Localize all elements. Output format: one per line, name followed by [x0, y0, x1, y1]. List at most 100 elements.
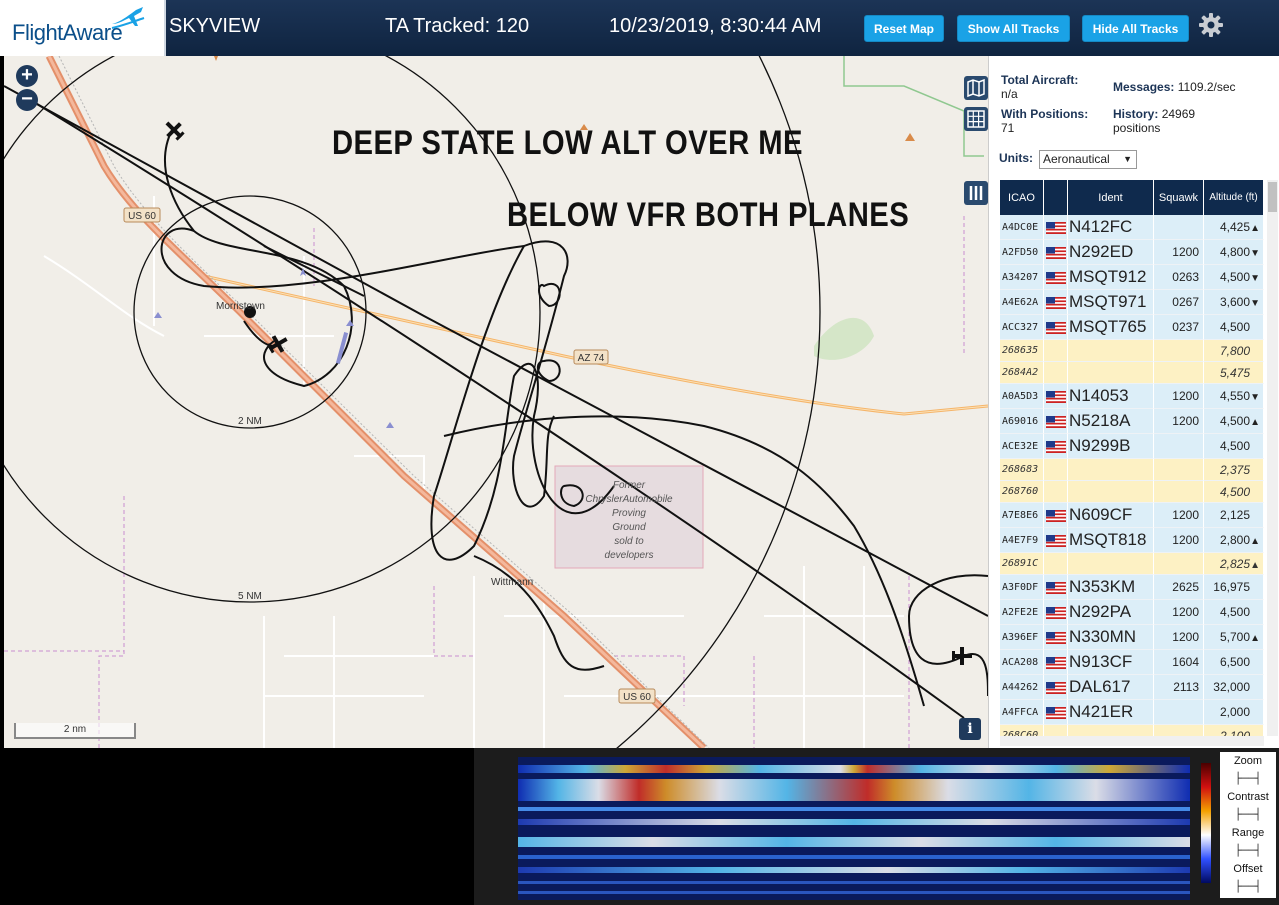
- flag-cell: [1044, 240, 1068, 265]
- aircraft-row[interactable]: A4E62A MSQT971 0267 3,600▼: [1000, 290, 1264, 315]
- aircraft-row[interactable]: A0A5D3 N14053 1200 4,550▼: [1000, 384, 1264, 409]
- columns-toggle-button[interactable]: [964, 181, 988, 205]
- climbing-arrow-icon: ▲: [1250, 223, 1260, 234]
- flag-cell: [1044, 725, 1068, 736]
- aircraft-row[interactable]: A3F0DF N353KM 2625 16,975: [1000, 575, 1264, 600]
- flag-cell: [1044, 503, 1068, 528]
- column-header-squawk[interactable]: Squawk: [1154, 180, 1204, 215]
- header-bar: FlightAware SKYVIEW TA Tracked: 120 10/2…: [0, 0, 1279, 56]
- descending-arrow-icon: ▼: [1250, 248, 1260, 259]
- aircraft-row[interactable]: A7E8E6 N609CF 1200 2,125: [1000, 503, 1264, 528]
- aircraft-row[interactable]: A44262 DAL617 2113 32,000: [1000, 675, 1264, 700]
- squawk-cell: [1154, 553, 1204, 575]
- altitude-cell: 4,500▲: [1204, 409, 1264, 434]
- column-header-altitude[interactable]: Altitude (ft): [1204, 180, 1264, 215]
- squawk-cell: [1154, 362, 1204, 384]
- altitude-value: 4,800: [1219, 245, 1250, 259]
- aircraft-row[interactable]: 268683 2,375: [1000, 459, 1264, 481]
- zoom-out-button[interactable]: −: [16, 89, 38, 111]
- aircraft-row[interactable]: 268C60 2,100: [1000, 725, 1264, 736]
- offset-slider[interactable]: ├──┤: [1220, 878, 1276, 896]
- altitude-value: 2,800: [1219, 533, 1250, 547]
- gear-icon[interactable]: [1198, 12, 1224, 38]
- ident-cell: MSQT818: [1068, 528, 1154, 553]
- ident-cell: MSQT765: [1068, 315, 1154, 340]
- waterfall-band: [518, 779, 1190, 801]
- altitude-value: 4,500: [1219, 414, 1250, 428]
- us-flag-icon: [1045, 581, 1066, 594]
- altitude-value: 2,125: [1219, 508, 1250, 522]
- history-value: 24969: [1161, 107, 1196, 121]
- contrast-slider[interactable]: ├──┤: [1220, 806, 1276, 824]
- ident-cell: MSQT971: [1068, 290, 1154, 315]
- altitude-cell: 4,500: [1204, 481, 1264, 503]
- squawk-cell: 1200: [1154, 625, 1204, 650]
- range-slider[interactable]: ├──┤: [1220, 842, 1276, 860]
- map-layers-button[interactable]: [964, 76, 988, 100]
- aircraft-row[interactable]: A2FE2E N292PA 1200 4,500: [1000, 600, 1264, 625]
- info-button[interactable]: i: [959, 718, 981, 740]
- aircraft-row[interactable]: 268635 7,800: [1000, 340, 1264, 362]
- map-view[interactable]: Morristown Wittmann 2 NM 5 NM Former Chr…: [4, 56, 988, 748]
- aircraft-row[interactable]: 268760 4,500: [1000, 481, 1264, 503]
- aircraft-row[interactable]: A4E7F9 MSQT818 1200 2,800▲: [1000, 528, 1264, 553]
- column-header-ident[interactable]: Ident: [1068, 180, 1154, 215]
- aircraft-row[interactable]: A2FD50 N292ED 1200 4,800▼: [1000, 240, 1264, 265]
- zoom-slider[interactable]: ├──┤: [1220, 770, 1276, 788]
- aircraft-row[interactable]: 2684A2 5,475: [1000, 362, 1264, 384]
- table-scrollbar-thumb[interactable]: [1268, 182, 1277, 212]
- squawk-cell: 1200: [1154, 600, 1204, 625]
- aircraft-row[interactable]: A34207 MSQT912 0263 4,500▼: [1000, 265, 1264, 290]
- grid-toggle-button[interactable]: [964, 107, 988, 131]
- squawk-cell: [1154, 459, 1204, 481]
- aircraft-row[interactable]: 26891C 2,825▲: [1000, 553, 1264, 575]
- column-header-flag[interactable]: [1044, 180, 1068, 215]
- tracked-count: TA Tracked: 120: [385, 15, 530, 37]
- aircraft-row[interactable]: A4FFCA N421ER 2,000: [1000, 700, 1264, 725]
- table-scrollbar[interactable]: [1267, 180, 1278, 736]
- ident-cell: N9299B: [1068, 434, 1154, 459]
- aircraft-row[interactable]: A69016 N5218A 1200 4,500▲: [1000, 409, 1264, 434]
- aircraft-row[interactable]: ACA208 N913CF 1604 6,500: [1000, 650, 1264, 675]
- hide-all-tracks-button[interactable]: Hide All Tracks: [1082, 15, 1189, 42]
- with-positions-label: With Positions:: [1001, 107, 1089, 121]
- ident-cell: [1068, 553, 1154, 575]
- show-all-tracks-button[interactable]: Show All Tracks: [957, 15, 1070, 42]
- units-select[interactable]: Aeronautical ▼: [1039, 150, 1137, 169]
- aircraft-row[interactable]: A396EF N330MN 1200 5,700▲: [1000, 625, 1264, 650]
- road-shield-az74: AZ 74: [573, 349, 609, 365]
- altitude-cell: 4,500▼: [1204, 265, 1264, 290]
- descending-arrow-icon: ▼: [1250, 273, 1260, 284]
- ident-cell: DAL617: [1068, 675, 1154, 700]
- svg-text:US 60: US 60: [128, 211, 156, 222]
- altitude-cell: 5,475: [1204, 362, 1264, 384]
- altitude-value: 5,700: [1219, 630, 1250, 644]
- messages-stat: Messages: 1109.2/sec: [1113, 80, 1236, 94]
- squawk-cell: 0263: [1154, 265, 1204, 290]
- zoom-in-button[interactable]: +: [16, 65, 38, 87]
- ring-label-5nm: 5 NM: [238, 591, 262, 602]
- reset-map-button[interactable]: Reset Map: [864, 15, 944, 42]
- ident-cell: N5218A: [1068, 409, 1154, 434]
- aircraft-row[interactable]: A4DC0E N412FC 4,425▲: [1000, 215, 1264, 240]
- aircraft-table[interactable]: ICAO Ident Squawk Altitude (ft) A4DC0E N4…: [1000, 180, 1264, 736]
- squawk-cell: [1154, 434, 1204, 459]
- altitude-value: 4,500: [1219, 439, 1250, 453]
- waterfall-band: [518, 807, 1190, 811]
- units-select-value: Aeronautical: [1043, 152, 1110, 166]
- waterfall-band: [518, 837, 1190, 847]
- svg-text:developers: developers: [605, 550, 654, 561]
- aircraft-row[interactable]: ACC327 MSQT765 0237 4,500: [1000, 315, 1264, 340]
- aircraft-row[interactable]: ACE32E N9299B 4,500: [1000, 434, 1264, 459]
- altitude-cell: 2,800▲: [1204, 528, 1264, 553]
- aircraft-icon: [165, 121, 185, 141]
- column-header-icao[interactable]: ICAO: [1000, 180, 1044, 215]
- squawk-cell: 1604: [1154, 650, 1204, 675]
- table-horizontal-scrollbar[interactable]: [1000, 736, 1264, 746]
- icao-cell: A7E8E6: [1000, 503, 1044, 528]
- flightaware-logo[interactable]: FlightAware: [0, 0, 166, 56]
- altitude-cell: 2,000: [1204, 700, 1264, 725]
- squawk-cell: 1200: [1154, 240, 1204, 265]
- ident-cell: [1068, 459, 1154, 481]
- svg-text:sold to: sold to: [614, 536, 644, 547]
